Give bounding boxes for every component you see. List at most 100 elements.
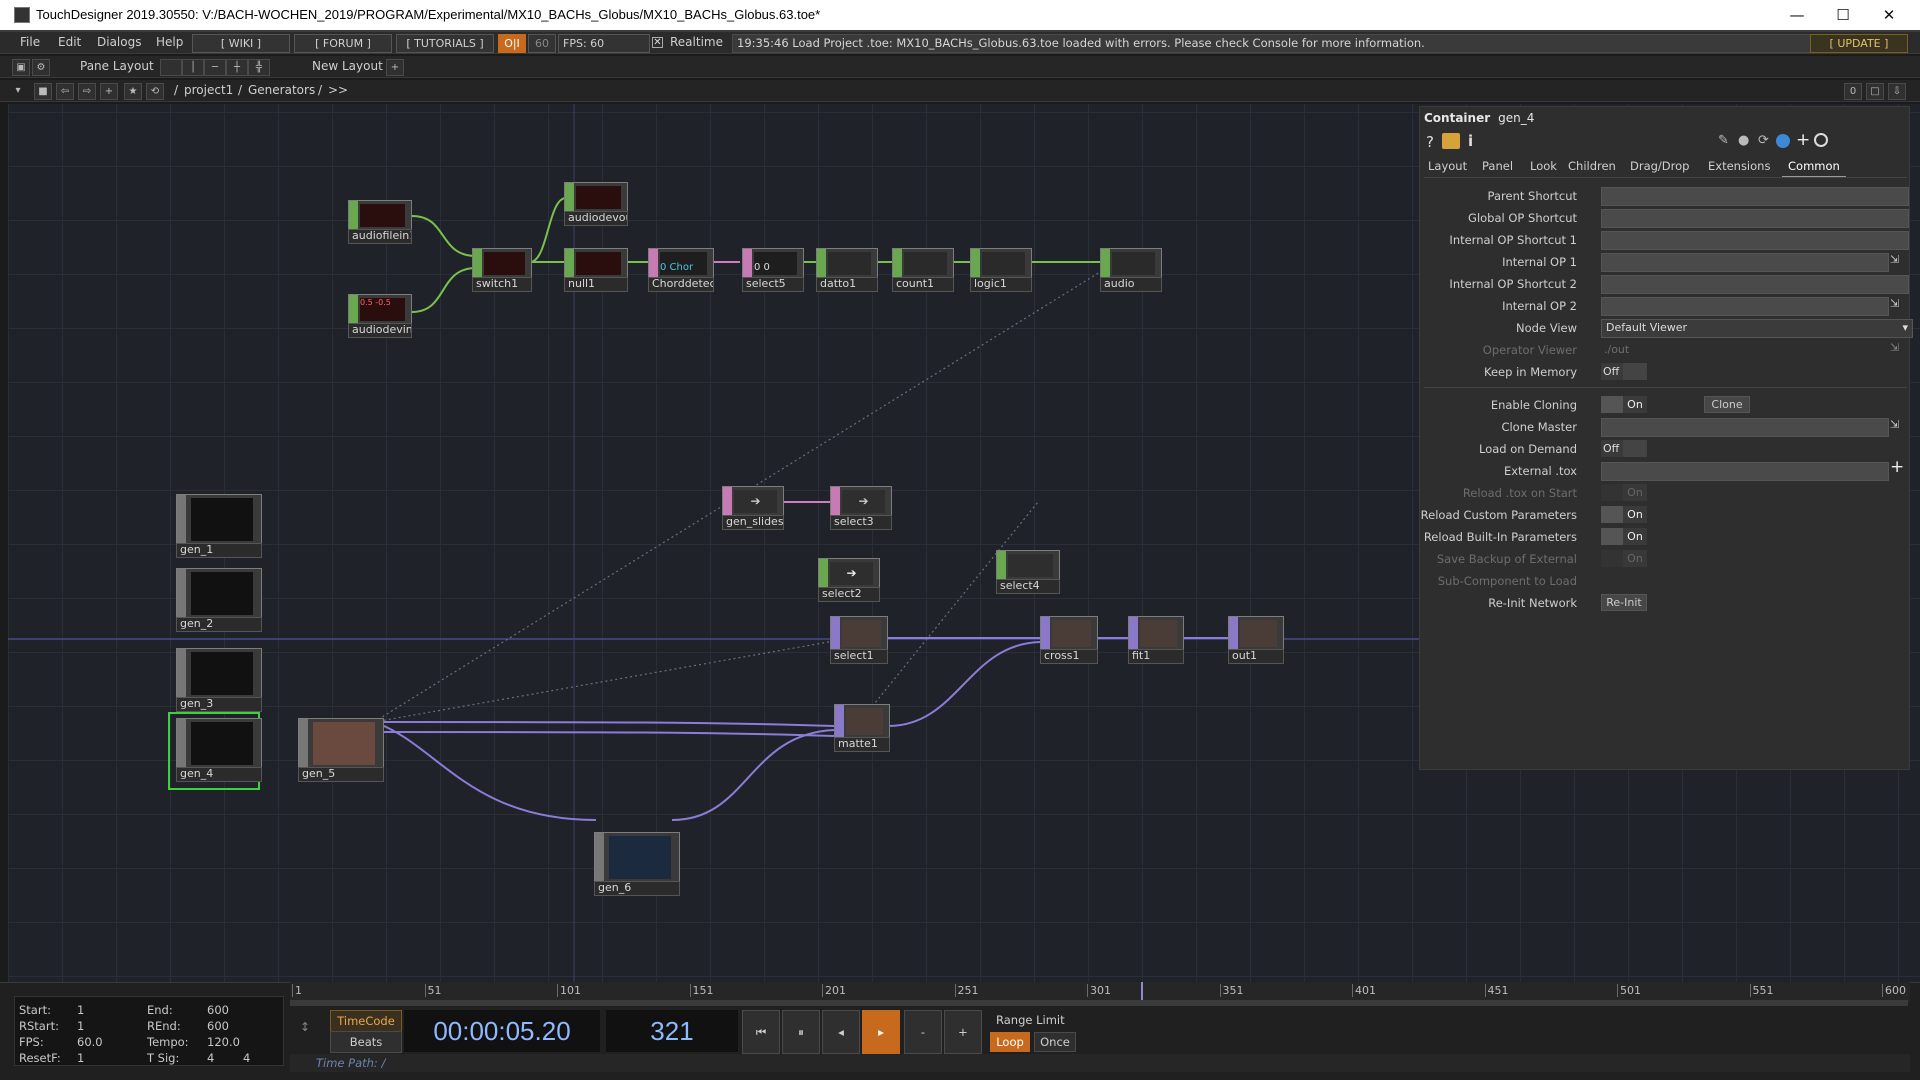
loop-button[interactable]: Loop (990, 1032, 1030, 1052)
internal-op-shortcut-1-field[interactable] (1601, 231, 1909, 250)
frame-display[interactable]: 321 (606, 1010, 738, 1052)
beats-button[interactable]: Beats (330, 1031, 402, 1053)
node-out1[interactable]: out1 (1228, 616, 1284, 664)
plus-button[interactable]: + (944, 1010, 982, 1054)
tab-dragdrop[interactable]: Drag/Drop (1630, 159, 1689, 173)
add-file-icon[interactable]: + (1890, 457, 1904, 477)
add-parameter-icon[interactable]: + (1796, 130, 1810, 150)
pause-button[interactable]: ⏸ (782, 1010, 820, 1054)
start-value[interactable]: 1 (77, 1003, 84, 1017)
forum-button[interactable]: [ FORUM ] (294, 34, 392, 53)
add-layout-button[interactable]: + (386, 59, 404, 76)
bookmark-icon[interactable]: ★ (124, 83, 142, 100)
node-count1[interactable]: count1 (892, 248, 954, 292)
timeline-scrollbar[interactable] (290, 1000, 1908, 1006)
node-audiofilein1[interactable]: audiofilein1 (348, 200, 412, 244)
expression-icon[interactable]: ⟳ (1758, 133, 1769, 148)
clone-button[interactable]: Clone (1704, 396, 1750, 413)
node-select5[interactable]: 0 0 select5 (742, 248, 804, 292)
node-logic1[interactable]: logic1 (970, 248, 1032, 292)
global-op-shortcut-field[interactable] (1601, 209, 1909, 228)
node-matte1[interactable]: matte1 (834, 704, 890, 752)
fps-box[interactable]: 60 (528, 34, 556, 53)
node-gen-slides[interactable]: ➔ gen_slides (722, 486, 784, 530)
node-fit1[interactable]: fit1 (1128, 616, 1184, 664)
rend-value[interactable]: 600 (207, 1019, 229, 1033)
info-icon[interactable]: i (1468, 132, 1473, 150)
realtime-checkbox[interactable]: ✕ (652, 37, 663, 48)
path-root[interactable]: / (174, 83, 178, 97)
tab-panel[interactable]: Panel (1482, 159, 1513, 173)
pane-count[interactable]: 0 (1844, 83, 1862, 100)
node-chorddetector[interactable]: 0 Chor Chorddetector (648, 248, 714, 292)
tsig-value-a[interactable]: 4 (207, 1051, 214, 1065)
forward-icon[interactable]: ⇨ (78, 83, 96, 100)
home-icon[interactable]: + (100, 83, 118, 100)
op-picker-icon[interactable]: ⇲ (1890, 253, 1899, 266)
node-audiodevin1[interactable]: 0.5 -0.5 audiodevin1 (348, 294, 412, 338)
tempo-value[interactable]: 120.0 (207, 1035, 240, 1049)
node-select2[interactable]: ➔ select2 (818, 558, 880, 602)
update-button[interactable]: [ UPDATE ] (1810, 34, 1908, 53)
layout-four-icon[interactable]: ╬ (248, 59, 270, 76)
node-gen-6[interactable]: gen_6 (594, 832, 680, 896)
maximize-button[interactable]: ☐ (1820, 4, 1866, 26)
enable-cloning-toggle[interactable]: On (1601, 396, 1647, 413)
target-icon[interactable] (1814, 133, 1828, 147)
tab-look[interactable]: Look (1530, 159, 1557, 173)
node-audiodevout1[interactable]: audiodevout1 (564, 182, 628, 226)
pane-pin-icon[interactable]: ⇩ (1888, 83, 1906, 100)
load-on-demand-toggle[interactable]: Off (1601, 440, 1647, 457)
step-back-button[interactable]: ◂ (822, 1010, 860, 1054)
menu-dialogs[interactable]: Dialogs (97, 35, 141, 49)
once-button[interactable]: Once (1034, 1032, 1076, 1052)
pane-maximize-icon[interactable]: □ (1866, 83, 1884, 100)
tab-common[interactable]: Common (1782, 159, 1846, 178)
layout-single-icon[interactable] (160, 59, 182, 76)
reload-builtin-parameters-toggle[interactable]: On (1601, 528, 1647, 545)
external-tox-field[interactable] (1601, 462, 1889, 481)
comment-icon[interactable]: ● (1738, 133, 1749, 148)
tutorials-button[interactable]: [ TUTORIALS ] (396, 34, 494, 53)
layout-split-h-icon[interactable]: ─ (204, 59, 226, 76)
node-select1[interactable]: select1 (830, 616, 888, 664)
oi-button[interactable]: O|I (498, 34, 526, 53)
fps-value[interactable]: 60.0 (77, 1035, 103, 1049)
tab-extensions[interactable]: Extensions (1708, 159, 1770, 173)
re-init-button[interactable]: Re-Init (1601, 594, 1647, 611)
node-gen-5[interactable]: gen_5 (298, 718, 384, 782)
menu-edit[interactable]: Edit (58, 35, 81, 49)
node-cross1[interactable]: cross1 (1040, 616, 1098, 664)
time-path-label[interactable]: Time Path: / (316, 1056, 385, 1070)
menu-help[interactable]: Help (156, 35, 183, 49)
timeline-toggle-icon[interactable]: ↕ (300, 1020, 310, 1034)
close-button[interactable]: ✕ (1866, 4, 1912, 26)
minus-button[interactable]: - (904, 1010, 942, 1054)
python-icon[interactable] (1776, 134, 1790, 148)
clone-master-field[interactable] (1601, 418, 1889, 437)
save-backup-toggle[interactable]: On (1601, 550, 1647, 567)
edit-icon[interactable]: ✎ (1718, 133, 1729, 148)
node-select4[interactable]: select4 (996, 550, 1060, 594)
back-icon[interactable]: ⇦ (56, 83, 74, 100)
pane-network-icon[interactable]: ⚙ (32, 59, 50, 76)
op-help-icon[interactable] (1442, 133, 1460, 149)
timecode-button[interactable]: TimeCode (330, 1010, 402, 1032)
minimize-button[interactable]: — (1774, 4, 1820, 26)
timeline-ruler[interactable]: 1 51 101 151 201 251 301 351 401 451 501 551 600 (290, 982, 1910, 1002)
console-message[interactable]: 19:35:46 Load Project .toe: MX10_BACHs_G… (732, 34, 1812, 53)
pane-view-icon[interactable]: ▣ (12, 59, 30, 76)
help-icon[interactable]: ? (1426, 133, 1434, 151)
tsig-value-b[interactable]: 4 (243, 1051, 250, 1065)
path-project1[interactable]: project1 (184, 83, 233, 97)
internal-op-shortcut-2-field[interactable] (1601, 275, 1909, 294)
wiki-button[interactable]: [ WIKI ] (192, 34, 290, 53)
node-gen-1[interactable]: gen_1 (176, 494, 262, 558)
node-gen-4[interactable]: gen_4 (176, 718, 262, 782)
stop-icon[interactable]: ■ (34, 83, 52, 100)
rstart-value[interactable]: 1 (77, 1019, 84, 1033)
node-null1[interactable]: null1 (564, 248, 628, 292)
rewind-button[interactable]: ⏮ (742, 1010, 780, 1054)
layout-three-icon[interactable]: ┼ (226, 59, 248, 76)
internal-op-1-field[interactable] (1601, 253, 1889, 272)
